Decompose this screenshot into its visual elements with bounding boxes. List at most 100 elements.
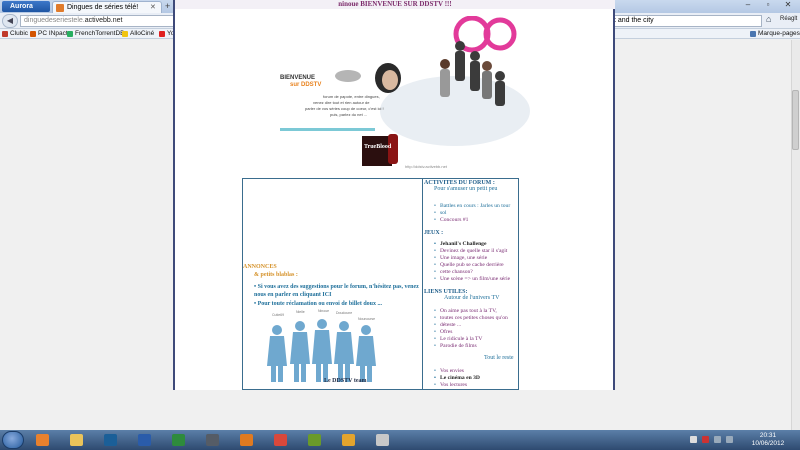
team-label-5: Nounourse <box>358 317 375 321</box>
bookmark-3[interactable]: AlloCiné <box>122 29 154 39</box>
bookmark-0[interactable]: Clubic <box>2 29 28 39</box>
url-prefix: dinguedeseriestele. <box>24 17 85 24</box>
scroll-thumb[interactable] <box>792 90 799 150</box>
bookmark-2[interactable]: FrenchTorrentDB <box>67 29 125 39</box>
minimize-icon[interactable]: – <box>738 0 758 11</box>
back-button[interactable]: ◀ <box>2 14 18 28</box>
taskbar-folder-icon[interactable] <box>334 431 364 449</box>
tray-volume-icon[interactable] <box>726 436 733 443</box>
taskbar-media-icon[interactable] <box>198 431 228 449</box>
tray-arrow-icon[interactable] <box>690 436 697 443</box>
media-icon <box>206 434 219 446</box>
bookmark-label: PC INpact <box>38 30 68 37</box>
banner-intro-line-2: venez dire tout et rien autour de <box>313 100 370 105</box>
clock-time: 20:31 <box>759 432 777 439</box>
excel-icon <box>172 434 185 446</box>
game-icon <box>308 434 321 446</box>
firefox-icon <box>36 434 49 446</box>
links-item[interactable]: déteste ... <box>434 322 519 329</box>
team-image: Cutie69 Nielle Ninoue Doudoune Nounourse… <box>267 309 376 384</box>
bookmark-label: FrenchTorrentDB <box>75 30 125 37</box>
misc-item[interactable]: Vos envies <box>434 368 519 375</box>
games-title: JEUX : <box>424 230 444 236</box>
team-label-3: Ninoue <box>318 309 329 313</box>
announcement-item-2[interactable]: • Pour toute réclamation ou envoi de bil… <box>254 300 419 308</box>
links-item[interactable]: toutes ces petites choses qu'on <box>434 315 519 322</box>
games-item[interactable]: Une scène => un film/une série <box>434 276 519 283</box>
announcement-text-2: Pour toute réclamation ou envoi de bille… <box>257 301 382 307</box>
player-icon <box>240 434 253 446</box>
tray-flag-icon[interactable] <box>702 436 709 443</box>
misc-item[interactable]: Le cinéma en 3D <box>434 375 519 382</box>
home-icon[interactable]: ⌂ <box>766 14 771 24</box>
bookmark-label: AlloCiné <box>130 30 155 37</box>
banner-swoosh <box>380 76 530 146</box>
app-menu-button[interactable]: Aurora <box>2 1 50 12</box>
taskbar-chrome-icon[interactable] <box>266 431 296 449</box>
links-list: On aime pas tout à la TV,toutes ces peti… <box>434 308 519 350</box>
activities-item[interactable]: sol <box>434 210 519 217</box>
bookmark-favicon-icon <box>159 31 165 37</box>
right-column: ACTIVITÉS DU FORUM : Pour s'amuser un pe… <box>424 180 519 390</box>
tray-network-icon[interactable] <box>714 436 721 443</box>
trueblood-logo: TrueBlood <box>364 144 392 150</box>
taskbar-tool-icon[interactable] <box>368 431 398 449</box>
taskbar-firefox-icon[interactable] <box>28 431 58 449</box>
portrait-face <box>382 70 398 90</box>
tool-icon <box>376 434 389 446</box>
taskbar-clock[interactable]: 20:31 10/06/2012 <box>736 432 800 448</box>
games-item[interactable]: cette chanson? <box>434 269 519 276</box>
tab-close-icon[interactable]: ✕ <box>150 3 156 11</box>
links-tagline: Autour de l'univers TV <box>444 295 500 301</box>
word-icon <box>138 434 151 446</box>
bookmark-1[interactable]: PC INpact <box>30 29 68 39</box>
bookmark-favicon-icon <box>2 31 8 37</box>
photoshop-icon <box>104 434 117 446</box>
team-label-2: Nielle <box>296 310 305 314</box>
car-image <box>335 70 361 82</box>
close-window-icon[interactable]: ✕ <box>778 0 798 11</box>
trueblood-poster <box>362 136 392 166</box>
activities-list: Battles en cours : Jarles un toursolConc… <box>434 203 519 224</box>
banner-intro-line-4: puis, parlez du net ... <box>330 112 367 117</box>
announcements-subtitle: & petits blablas : <box>254 272 298 278</box>
taskbar-explorer-icon[interactable] <box>62 431 92 449</box>
games-item[interactable]: Jehanil's Challenge <box>434 241 519 248</box>
misc-item[interactable]: Vos lectures <box>434 382 519 389</box>
column-divider <box>422 178 423 390</box>
announcement-text-1: Si vous avez des suggestions pour le for… <box>254 284 419 298</box>
maximize-icon[interactable]: ▫ <box>758 0 778 11</box>
banner-site-name: sur DDSTV <box>290 82 321 88</box>
new-tab-icon[interactable]: + <box>165 1 170 11</box>
settings-label[interactable]: Réaglt <box>780 16 797 22</box>
links-item[interactable]: Le ridicule à la TV <box>434 336 519 343</box>
banner-teal-bar <box>280 128 375 131</box>
team-caption: Le DDSTV team <box>324 378 367 384</box>
links-item[interactable]: On aime pas tout à la TV, <box>434 308 519 315</box>
taskbar-player-icon[interactable] <box>232 431 262 449</box>
announcement-item-1[interactable]: • Si vous avez des suggestions pour le f… <box>254 283 419 299</box>
bookmarks-menu[interactable]: Marque-pages <box>750 29 800 39</box>
search-input[interactable]: sex and the city <box>592 15 762 27</box>
banner-intro-line-3: parler de vos séries coup de coeur, c'es… <box>305 106 384 111</box>
taskbar-word-icon[interactable] <box>130 431 160 449</box>
bookmark-favicon-icon <box>30 31 36 37</box>
team-label-1: Cutie69 <box>272 313 284 317</box>
clock-date: 10/06/2012 <box>751 440 785 447</box>
start-button[interactable] <box>2 431 24 449</box>
games-item[interactable]: Devinez de quelle star il s'agit <box>434 248 519 255</box>
taskbar-game-icon[interactable] <box>300 431 330 449</box>
links-item[interactable]: Ofres <box>434 329 519 336</box>
links-item[interactable]: Parodie de films <box>434 343 519 350</box>
games-list: Jehanil's ChallengeDevinez de quelle sta… <box>434 241 519 283</box>
team-silhouettes <box>267 319 376 382</box>
tab-active[interactable]: Dingues de séries télé! <box>52 1 162 13</box>
taskbar-excel-icon[interactable] <box>164 431 194 449</box>
games-item[interactable]: Quelle pub se cache derrière <box>434 262 519 269</box>
games-item[interactable]: Une image, une série <box>434 255 519 262</box>
activities-item[interactable]: Concours #1 <box>434 217 519 224</box>
chrome-icon <box>274 434 287 446</box>
tab-title: Dingues de séries télé! <box>67 4 139 11</box>
taskbar-photoshop-icon[interactable] <box>96 431 126 449</box>
activities-item[interactable]: Battles en cours : Jarles un tour <box>434 203 519 210</box>
